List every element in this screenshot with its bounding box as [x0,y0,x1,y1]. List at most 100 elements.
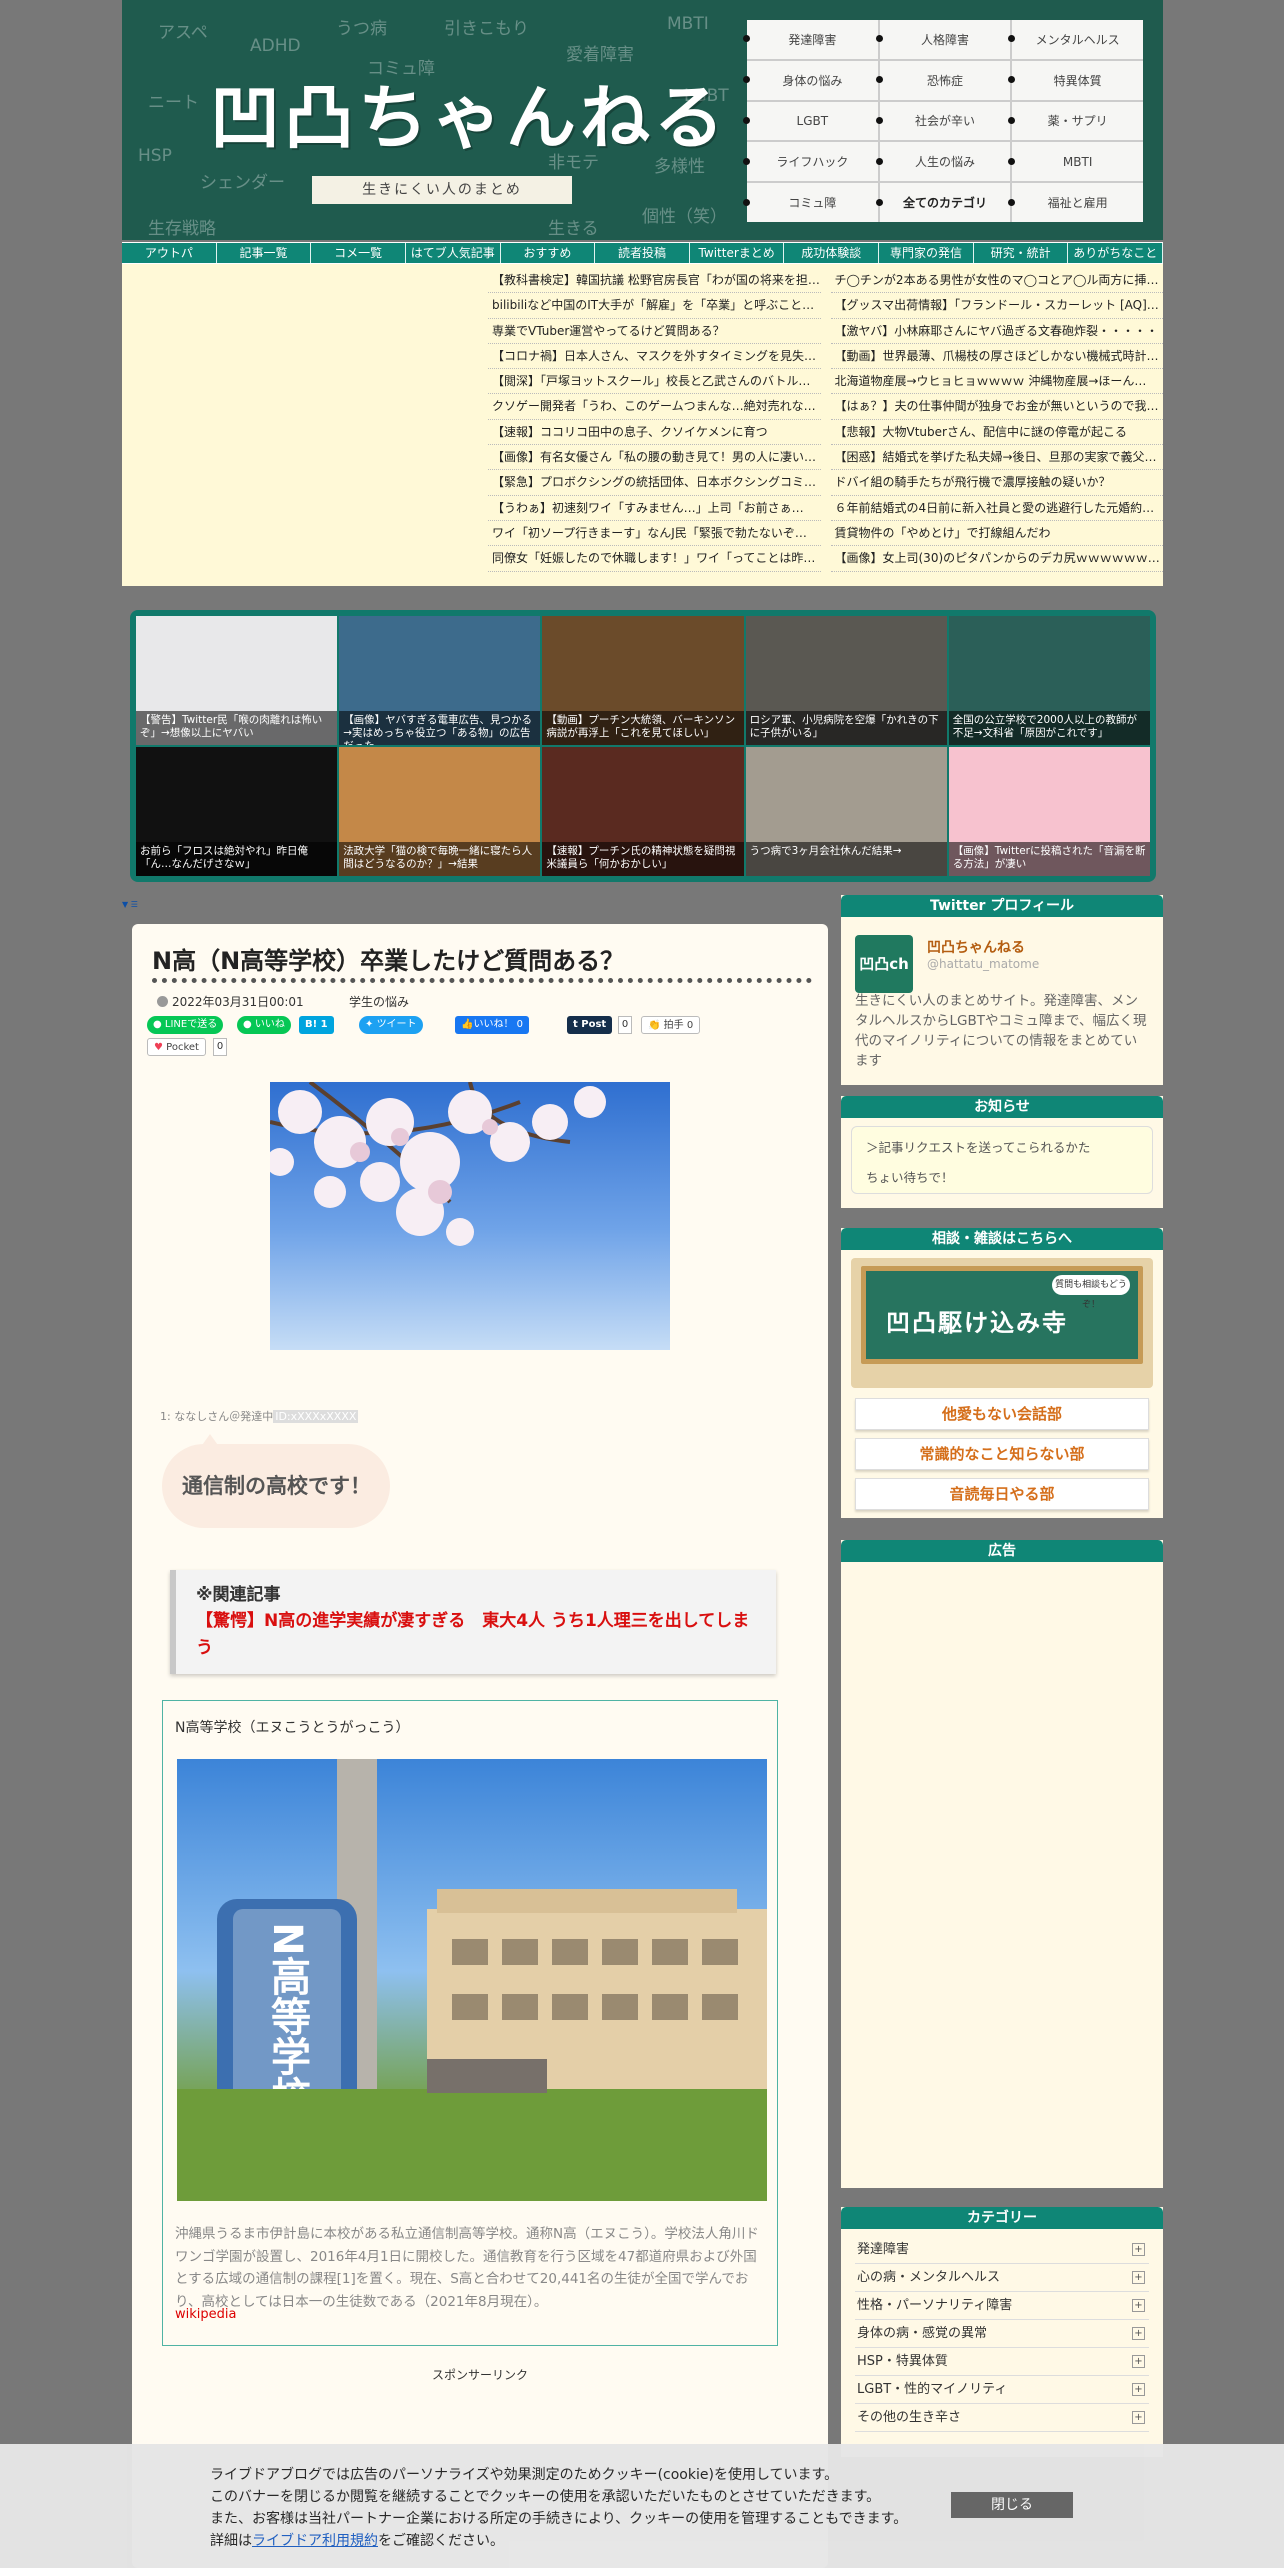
livedoor-terms-link[interactable]: ライブドア利用規約 [252,2533,378,2549]
headline-link[interactable]: ワイ「初ソープ行きまーす」なんJ民「緊張で勃たないぞ… [488,521,821,547]
nav-item[interactable]: 研究・統計 [974,243,1069,263]
site-logo[interactable]: 凹凸ちゃんねる [210,62,728,163]
headline-link[interactable]: 【激ヤバ】小林麻耶さんにヤバ過ぎる文春砲炸裂・・・・・ [830,319,1163,344]
expand-plus-icon[interactable]: + [1132,2383,1145,2396]
gallery-item[interactable]: うつ病で3ヶ月会社休んだ結果→ [745,747,947,876]
headline-link[interactable]: 賃貸物件の「やめとけ」で打線組んだわ [830,521,1163,547]
headline-link[interactable]: bilibiliなど中国のIT大手が「解雇」を「卒業」と呼ぶことに… [488,293,821,319]
gallery-item[interactable]: 法政大学「猫の検で毎晩一緒に寝たら人間はどうなるのか？」→結果 [339,747,541,876]
category-item[interactable]: 身体の病・感覚の異常 + [855,2321,1149,2348]
twitter-name[interactable]: 凹凸ちゃんねる [927,937,1025,957]
kakekomidera-banner[interactable]: 凹凸駆け込み寺 質問も相談もどうぞ！ [851,1258,1153,1388]
category-link[interactable]: コミュ障 [743,183,878,222]
gallery-item[interactable]: 【動画】プーチン大統領、バーキンソン病説が再浮上「これを見てほしい」 [542,616,744,745]
clap-button[interactable]: 👏 拍手 0 [641,1016,701,1034]
category-link[interactable]: 薬・サプリ [1008,101,1143,141]
nav-item[interactable]: 専門家の発信 [879,243,974,263]
nav-item[interactable]: 成功体験談 [784,243,880,263]
category-link[interactable]: 身体の悩み [743,60,878,100]
headline-link[interactable]: 【うわぁ】初速刻ワイ「すみません…」上司「お前さぁ… [488,496,821,521]
headline-link[interactable]: 同僚女「妊娠したので休職します！」ワイ「ってことは昨… [488,546,821,572]
expand-plus-icon[interactable]: + [1132,2243,1145,2256]
nav-item[interactable]: Twitterまとめ [690,243,785,263]
expand-plus-icon[interactable]: + [1132,2299,1145,2312]
gallery-item[interactable]: ロシア軍、小児病院を空爆「かれきの下に子供がいる」 [745,616,947,745]
gallery-item[interactable]: お前ら「フロスは絶対やれ」昨日俺「ん…なんだげさなｗ」 [136,747,338,876]
category-link[interactable]: 恐怖症 [875,60,1011,100]
expand-plus-icon[interactable]: + [1132,2327,1145,2340]
headline-link[interactable]: 【コロナ禍】日本人さん、マスクを外すタイミングを見失… [488,344,821,370]
headline-link[interactable]: 【教科書検定】韓国抗議 松野官房長官「わが国の将来を担う… [488,268,821,294]
tweet-button[interactable]: ✦ ツイート [359,1016,423,1034]
title-divider [152,978,812,983]
tiny-anchor-link[interactable]: ▼ ☰ [122,900,138,909]
line-like-icon: ● [243,1019,255,1030]
headline-link[interactable]: ドバイ組の騎手たちが飛行機で濃厚接触の疑いか？ [830,470,1163,496]
wikipedia-link[interactable]: wikipedia [175,2307,236,2322]
line-share-button[interactable]: ● LINEで送る [147,1016,224,1034]
category-link[interactable]: 特異体質 [1008,60,1143,100]
chat-button-small-talk[interactable]: 他愛もない会話部 [855,1398,1149,1430]
hatena-bookmark-button[interactable]: B! 1 [299,1016,334,1034]
category-link[interactable]: LGBT [743,101,878,141]
category-item[interactable]: LGBT・性的マイノリティ + [855,2377,1149,2404]
nav-item[interactable]: はてブ人気記事 [406,243,501,263]
category-link[interactable]: 人格障害 [875,20,1011,59]
chat-button-reading[interactable]: 音読毎日やる部 [855,1478,1149,1510]
expand-plus-icon[interactable]: + [1132,2411,1145,2424]
tumblr-post-label: Post [581,1019,607,1030]
gallery-item[interactable]: 全国の公立学校で2000人以上の教師が不足→文科省「原因がこれです」 [948,616,1150,745]
category-item[interactable]: 性格・パーソナリティ障害 + [855,2293,1149,2320]
nav-item[interactable]: 記事一覧 [217,243,312,263]
headline-link[interactable]: 【はぁ？】夫の仕事仲間が独身でお金が無いというので我… [830,394,1163,420]
headline-link[interactable]: 【速報】ココリコ田中の息子、クソイケメンに育つ [488,420,821,446]
article-category-link[interactable]: 学生の悩み [349,993,409,1010]
twitter-avatar[interactable]: 凹凸ch [855,935,913,993]
wiki-text: 沖縄県うるま市伊計島に本校がある私立通信制高等学校。通称N高（エヌこう）。学校法… [175,2226,759,2310]
nav-item[interactable]: ありがちなこと [1068,243,1164,263]
facebook-like-button[interactable]: 👍いいね！ 0 [455,1016,529,1034]
headline-link[interactable]: チ◯チンが2本ある男性が女性のマ◯コとア◯ル両方に挿入す… [830,268,1163,294]
category-link[interactable]: メンタルヘルス [1008,20,1143,59]
expand-plus-icon[interactable]: + [1132,2271,1145,2284]
headline-link[interactable]: クソゲー開発者「うわ、このゲームつまんな…絶対売れな… [488,394,821,420]
nav-item[interactable]: 読者投稿 [595,243,690,263]
twitter-handle[interactable]: @hattatu_matome [927,957,1039,971]
category-link[interactable]: MBTI [1008,142,1143,182]
headline-link[interactable]: 【画像】有名女優さん「私の腰の動き見て！男の人に凄い… [488,445,821,471]
expand-plus-icon[interactable]: + [1132,2355,1145,2368]
category-item[interactable]: 発達障害 + [855,2237,1149,2264]
category-item[interactable]: その他の生き辛さ + [855,2405,1149,2432]
nav-item[interactable]: おすすめ [501,243,596,263]
chat-button-common-sense[interactable]: 常識的なこと知らない部 [855,1438,1149,1470]
headline-link[interactable]: 【緊急】プロボクシングの統括団体、日本ボクシングコミ… [488,470,821,496]
headline-link[interactable]: 専業でVTuber運営やってるけど質問ある？ [488,319,821,344]
gallery-item[interactable]: 【画像】ヤバすぎる電車広告、見つかる→実はめっちゃ役立つ「ある物」の広告だった… [339,616,541,745]
nav-item[interactable]: コメ一覧 [311,243,406,263]
category-item[interactable]: 心の病・メンタルヘルス + [855,2265,1149,2292]
category-link[interactable]: 社会が辛い [875,101,1011,141]
gallery-item[interactable]: 【画像】Twitterに投稿された「音漏を断る方法」が凄い [948,747,1150,876]
pocket-button[interactable]: ♥ Pocket [147,1038,206,1056]
cookie-close-button[interactable]: 閉じる [951,2492,1073,2518]
headline-link[interactable]: 【困惑】結婚式を挙げた私夫婦→後日、旦那の実家で義父… [830,445,1163,471]
category-link[interactable]: 全てのカテゴリ [875,183,1011,222]
headline-link[interactable]: ６年前結婚式の4日前に新入社員と愛の逃避行した元婚約… [830,496,1163,521]
line-like-button[interactable]: ● いいね [237,1016,291,1034]
related-article-link[interactable]: 【驚愕】N高の進学実績が凄すぎる 東大4人 うち1人理三を出してしまう [196,1608,766,1662]
headline-link[interactable]: 【画像】女上司(30)のピタパンからのデカ尻ｗｗｗｗｗｗ… [830,546,1163,572]
headline-link[interactable]: 【悲報】大物Vtuberさん、配信中に謎の停電が起こる [830,420,1163,446]
headline-link[interactable]: 【閲深】「戸塚ヨットスクール」校長と乙武さんのバトル… [488,369,821,395]
category-link[interactable]: ライフハック [743,142,878,182]
headline-link[interactable]: 【グッスマ出荷情報】「フランドール・スカーレット [AQ]… [830,293,1163,319]
category-item[interactable]: HSP・特異体質 + [855,2349,1149,2376]
gallery-item[interactable]: 【警告】Twitter民「喉の肉離れは怖いぞ」→想像以上にヤバい [136,616,338,745]
tumblr-post-button[interactable]: t Post [567,1016,613,1034]
category-link[interactable]: 発達障害 [743,20,878,59]
category-link[interactable]: 人生の悩み [875,142,1011,182]
headline-link[interactable]: 北海道物産展→ウヒョヒョｗｗｗｗ 沖縄物産展→ほーん… [830,369,1163,395]
category-link[interactable]: 福祉と雇用 [1008,183,1143,222]
headline-link[interactable]: 【動画】世界最薄、爪楊枝の厚さほどしかない機械式時計… [830,344,1163,370]
gallery-item[interactable]: 【速報】プーチン氏の精神状態を疑問視 米議員ら「何かおかしい」 [542,747,744,876]
nav-item[interactable]: アウトパ [122,243,217,263]
